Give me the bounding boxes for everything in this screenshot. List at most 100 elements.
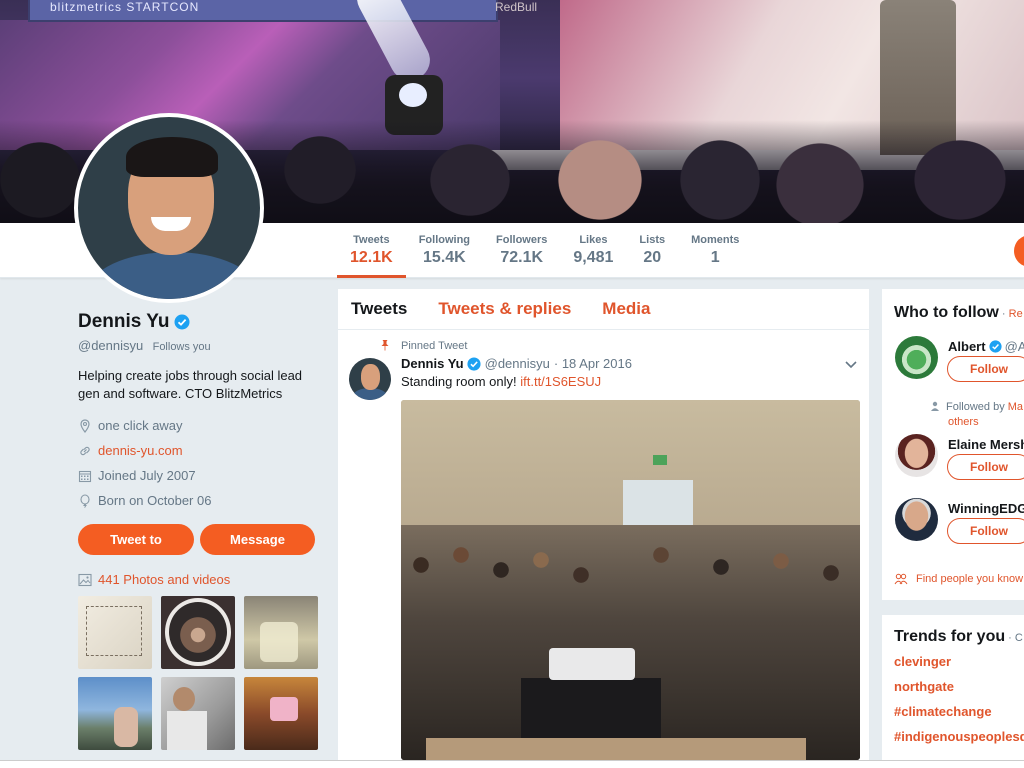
suggestion-item: WinningEDG Follow — [894, 498, 1024, 562]
photo-front-bench — [426, 738, 806, 760]
pinned-tweet[interactable]: Pinned Tweet Dennis Yu @dennisyu · 18 Ap… — [338, 330, 869, 760]
who-to-follow-module: Who to follow · Re Albert @Al Follow Fol… — [881, 288, 1024, 601]
profile-website-link[interactable]: dennis-yu.com — [98, 443, 183, 458]
tweet-header: Dennis Yu @dennisyu · 18 Apr 2016 — [401, 356, 859, 371]
photo-thumbnail[interactable] — [244, 596, 318, 669]
photo-thumbnail[interactable] — [244, 677, 318, 750]
followed-by-others: others — [948, 415, 979, 430]
pinned-label-row: Pinned Tweet — [381, 338, 859, 353]
suggestion-avatar[interactable] — [895, 434, 938, 477]
stat-moments[interactable]: Moments 1 — [678, 223, 752, 278]
chevron-down-icon[interactable] — [845, 360, 857, 370]
profile-born-text: Born on October 06 — [98, 493, 212, 508]
photo-icon — [78, 573, 92, 586]
banner-screen: blitzmetrics STARTCON — [28, 0, 498, 22]
stat-label: Moments — [691, 234, 740, 246]
follow-button[interactable]: Follow — [947, 518, 1024, 544]
refresh-link[interactable]: Re — [1009, 308, 1023, 320]
photo-thumbnail[interactable] — [78, 677, 152, 750]
suggestion-avatar[interactable] — [895, 498, 938, 541]
timeline: Tweets Tweets & replies Media Pinned Twe… — [337, 288, 870, 768]
suggestion-handle[interactable]: @Al — [1005, 339, 1024, 354]
tweet-author-handle[interactable]: @dennisyu — [485, 356, 550, 371]
photos-videos-link[interactable]: 441 Photos and videos — [78, 572, 318, 587]
trend-item[interactable]: #indigenouspeoplesd — [894, 729, 1024, 746]
verified-badge-icon — [988, 340, 1002, 353]
stat-lists[interactable]: Lists 20 — [626, 223, 678, 278]
tweet-author-avatar[interactable] — [349, 358, 391, 400]
photo-thumbnail[interactable] — [161, 596, 235, 669]
pin-icon — [381, 340, 389, 351]
stat-following[interactable]: Following 15.4K — [406, 223, 483, 278]
tab-tweets-replies[interactable]: Tweets & replies — [438, 299, 571, 319]
calendar-icon — [78, 470, 92, 482]
suggestion-name[interactable]: WinningEDG — [948, 501, 1024, 516]
profile-born: Born on October 06 — [78, 488, 318, 513]
follow-button[interactable]: Follow — [947, 454, 1024, 480]
followed-by-user-link[interactable]: Ma — [1008, 401, 1023, 413]
who-to-follow-title: Who to follow — [894, 304, 999, 321]
trend-item[interactable]: #climatechange — [894, 704, 1024, 721]
profile-handle[interactable]: @dennisyu — [78, 338, 143, 353]
profile-sidebar: Dennis Yu @dennisyu Follows you Helping … — [78, 300, 318, 750]
suggestion-name[interactable]: Elaine Mersh — [948, 437, 1024, 452]
suggestion-avatar[interactable] — [895, 336, 938, 379]
photo-grid — [78, 596, 318, 750]
stat-likes[interactable]: Likes 9,481 — [560, 223, 626, 278]
photo-thumbnail[interactable] — [78, 596, 152, 669]
suggestion-name[interactable]: Albert — [948, 339, 986, 354]
suggestion-item: Albert @Al Follow — [894, 336, 1024, 400]
tweet-date[interactable]: · 18 Apr 2016 — [554, 356, 632, 371]
trends-title-row: Trends for you · C — [894, 628, 1024, 646]
tweet-link[interactable]: ift.tt/1S6ESUJ — [520, 374, 601, 389]
banner-screen-text: blitzmetrics STARTCON — [50, 0, 200, 14]
stat-tweets[interactable]: Tweets 12.1K — [337, 223, 406, 278]
follow-button[interactable]: Follow — [947, 356, 1024, 382]
trend-item[interactable]: clevinger — [894, 654, 1024, 671]
stat-value: 1 — [710, 249, 720, 266]
profile-avatar[interactable] — [74, 113, 264, 303]
trend-item[interactable]: northgate — [894, 679, 1024, 696]
pinned-label: Pinned Tweet — [401, 339, 468, 352]
stat-value: 15.4K — [423, 249, 466, 266]
message-button[interactable]: Message — [200, 524, 315, 555]
link-icon — [80, 446, 90, 455]
stat-value: 9,481 — [573, 249, 614, 266]
suggestion-item: Elaine Mersh Follow — [894, 434, 1024, 498]
tweet-to-button[interactable]: Tweet to — [78, 524, 194, 555]
banner-brand-text: RedBull — [495, 0, 538, 14]
find-people-text: Find people you know — [916, 573, 1024, 585]
profile-handle-row: @dennisyu Follows you — [78, 338, 318, 353]
profile-joined-text: Joined July 2007 — [98, 468, 196, 483]
suggestion-name-row: WinningEDG — [948, 501, 1024, 516]
stat-value: 72.1K — [500, 249, 544, 266]
suggestion-name-row: Elaine Mersh — [948, 437, 1024, 452]
followed-by-others-link[interactable]: others — [948, 416, 979, 428]
profile-meta: one click away dennis-yu.com Joined July… — [78, 413, 318, 513]
photos-videos-text: 441 Photos and videos — [98, 572, 231, 587]
trends-change-link[interactable]: · C — [1005, 632, 1023, 644]
stat-followers[interactable]: Followers 72.1K — [483, 223, 560, 278]
balloon-icon — [80, 493, 90, 508]
tweet-body: Standing room only! — [401, 374, 521, 389]
tweet-author-name[interactable]: Dennis Yu — [401, 356, 464, 371]
stat-label: Tweets — [353, 234, 390, 246]
photo-thumbnail[interactable] — [161, 677, 235, 750]
title-separator: · — [998, 308, 1009, 320]
person-icon — [931, 401, 939, 411]
trends-module: Trends for you · C clevinger northgate #… — [881, 614, 1024, 768]
find-people-link[interactable]: Find people you know — [894, 573, 1023, 585]
tab-tweets[interactable]: Tweets — [351, 299, 407, 319]
stat-value: 12.1K — [350, 249, 393, 266]
tweet-photo[interactable] — [401, 400, 860, 760]
trends-title: Trends for you — [894, 628, 1006, 645]
suggestion-name-row: Albert @Al — [948, 339, 1024, 354]
followed-by-row: Followed by Ma others — [894, 400, 1024, 434]
photo-projector — [549, 648, 635, 680]
profile-name[interactable]: Dennis Yu — [78, 311, 170, 333]
profile-joined: Joined July 2007 — [78, 463, 318, 488]
followed-by-text: Followed by Ma — [946, 400, 1023, 415]
stat-label: Followers — [496, 234, 548, 246]
stat-value: 20 — [643, 249, 662, 266]
tab-media[interactable]: Media — [602, 299, 650, 319]
